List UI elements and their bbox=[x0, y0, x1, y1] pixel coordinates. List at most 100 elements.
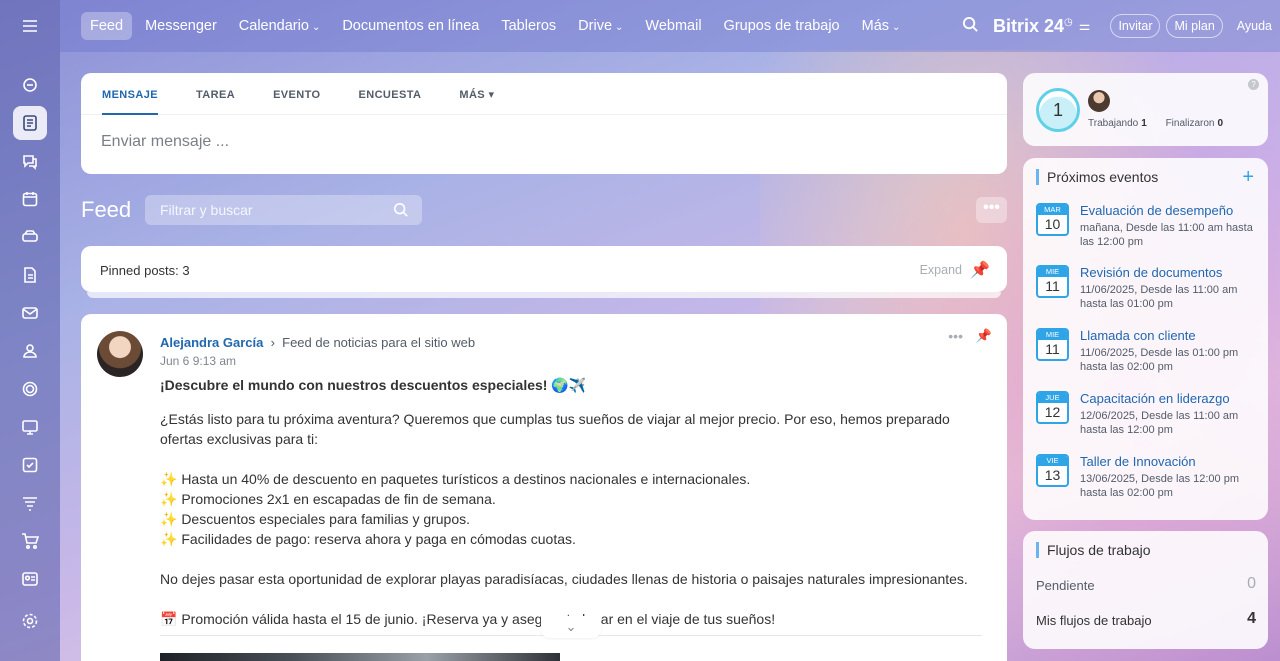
list-item: ✨ Hasta un 40% de descuento en paquetes … bbox=[160, 471, 751, 487]
mine-count: 4 bbox=[1247, 610, 1256, 627]
workflow-pending-row[interactable]: Pendiente 0 bbox=[1036, 575, 1256, 593]
menu-icon[interactable] bbox=[0, 0, 60, 52]
feed-more-button[interactable]: ••• bbox=[976, 197, 1007, 223]
expand-link[interactable]: Expand bbox=[920, 263, 962, 277]
crm-icon[interactable] bbox=[13, 372, 47, 406]
more-horizontal-icon[interactable]: ••• bbox=[948, 328, 963, 344]
calendar-icon[interactable] bbox=[13, 182, 47, 216]
top-navigation: Feed Messenger Calendario ⌄ Documentos en… bbox=[60, 0, 1280, 52]
filter-search-input[interactable]: Filtrar y buscar bbox=[145, 195, 422, 225]
calendar-date-icon: MIE 11 bbox=[1036, 328, 1069, 361]
event-name[interactable]: Evaluación de desempeño bbox=[1080, 203, 1233, 218]
working-label: Trabajando bbox=[1088, 118, 1139, 129]
calendar-date-icon: JUE 12 bbox=[1036, 391, 1069, 424]
nav-feed[interactable]: Feed bbox=[81, 12, 133, 40]
pending-label: Pendiente bbox=[1036, 578, 1095, 593]
drive-icon[interactable] bbox=[13, 220, 47, 254]
calendar-date-icon: MIE 11 bbox=[1036, 265, 1069, 298]
pinned-label: Pinned posts: bbox=[100, 263, 179, 278]
work-time-counter[interactable]: 1 bbox=[1036, 88, 1080, 132]
work-time-widget: 1 Trabajando 1 Finalizaron 0 ? bbox=[1023, 73, 1268, 146]
avatar[interactable] bbox=[1088, 90, 1110, 112]
event-time: mañana, Desde las 11:00 am hasta las 12:… bbox=[1080, 222, 1253, 248]
pinned-count: 3 bbox=[182, 263, 190, 278]
left-rail bbox=[0, 0, 60, 661]
pin-icon[interactable]: 📌 bbox=[970, 260, 990, 280]
collab-icon[interactable] bbox=[13, 68, 47, 102]
event-name[interactable]: Revisión de documentos bbox=[1080, 265, 1222, 280]
nav-more[interactable]: Más ⌄ bbox=[853, 12, 910, 40]
pinned-posts-bar[interactable]: Pinned posts: 3 Expand 📌 bbox=[81, 246, 1007, 292]
event-name[interactable]: Llamada con cliente bbox=[1080, 328, 1196, 343]
settings-sliders-icon[interactable]: ⚌ bbox=[1079, 18, 1091, 34]
sites-icon[interactable] bbox=[13, 410, 47, 444]
events-title: Próximos eventos bbox=[1036, 169, 1158, 185]
finished-count: 0 bbox=[1217, 118, 1224, 129]
page-title: Feed bbox=[81, 197, 132, 222]
brand-logo[interactable]: Bitrix 24◷ bbox=[993, 16, 1073, 37]
help-icon[interactable]: ? bbox=[1248, 79, 1259, 90]
nav-documents[interactable]: Documentos en línea bbox=[333, 12, 488, 40]
post-author[interactable]: Alejandra García bbox=[160, 335, 263, 350]
chevron-right-icon: › bbox=[266, 335, 279, 350]
tab-event[interactable]: EVENTO bbox=[273, 73, 320, 115]
tab-poll[interactable]: ENCUESTA bbox=[359, 73, 422, 115]
finished-label: Finalizaron bbox=[1165, 118, 1215, 129]
workflows-title: Flujos de trabajo bbox=[1036, 542, 1151, 558]
nav-webmail[interactable]: Webmail bbox=[636, 12, 710, 40]
pinned-stack-shadow bbox=[87, 292, 1001, 298]
list-item: ✨ Descuentos especiales para familias y … bbox=[160, 511, 471, 527]
groups-icon[interactable] bbox=[13, 334, 47, 368]
post-body: ¡Descubre el mundo con nuestros descuent… bbox=[160, 375, 980, 629]
workflows-widget: Flujos de trabajo Pendiente 0 Mis flujos… bbox=[1023, 531, 1268, 649]
settings-gear-icon[interactable] bbox=[13, 604, 47, 638]
upcoming-events-widget: Próximos eventos + MAR 10 Evaluación de d… bbox=[1023, 158, 1268, 520]
post-image[interactable] bbox=[160, 653, 560, 661]
event-name[interactable]: Taller de Innovación bbox=[1080, 454, 1196, 469]
chat-icon[interactable] bbox=[13, 144, 47, 178]
nav-boards[interactable]: Tableros bbox=[492, 12, 565, 40]
tab-more[interactable]: MÁS ▾ bbox=[459, 73, 494, 115]
help-link[interactable]: Ayuda bbox=[1237, 19, 1272, 33]
event-time: 11/06/2025, Desde las 01:00 pm hasta las… bbox=[1080, 347, 1239, 373]
list-item: ✨ Promociones 2x1 en escapadas de fin de… bbox=[160, 491, 496, 507]
nav-calendar[interactable]: Calendario ⌄ bbox=[230, 12, 330, 40]
nav-workgroups[interactable]: Grupos de trabajo bbox=[715, 12, 849, 40]
nav-messenger[interactable]: Messenger bbox=[136, 12, 226, 40]
collapse-post-button[interactable]: ⌄ bbox=[541, 616, 601, 638]
filter-stack-icon[interactable] bbox=[13, 486, 47, 520]
contact-card-icon[interactable] bbox=[13, 562, 47, 596]
mail-icon[interactable] bbox=[13, 296, 47, 330]
feed-icon[interactable] bbox=[13, 106, 47, 140]
search-icon[interactable] bbox=[962, 16, 979, 36]
nav-drive[interactable]: Drive ⌄ bbox=[569, 12, 632, 40]
mine-label: Mis flujos de trabajo bbox=[1036, 613, 1152, 628]
working-count: 1 bbox=[1141, 118, 1147, 129]
message-input[interactable]: Enviar mensaje ... bbox=[81, 115, 1007, 169]
document-icon[interactable] bbox=[13, 258, 47, 292]
event-name[interactable]: Capacitación en liderazgo bbox=[1080, 391, 1230, 406]
tab-task[interactable]: TAREA bbox=[196, 73, 235, 115]
post-closing: No dejes pasar esta oportunidad de explo… bbox=[160, 571, 968, 587]
post-header: Alejandra García › Feed de noticias para… bbox=[160, 335, 475, 350]
my-plan-button[interactable]: Mi plan bbox=[1166, 14, 1223, 38]
event-time: 13/06/2025, Desde las 12:00 pm hasta las… bbox=[1080, 473, 1240, 499]
post-destination[interactable]: Feed de noticias para el sitio web bbox=[282, 335, 475, 350]
event-time: 12/06/2025, Desde las 11:00 am hasta las… bbox=[1080, 410, 1239, 436]
list-item: ✨ Facilidades de pago: reserva ahora y p… bbox=[160, 531, 576, 547]
invite-button[interactable]: Invitar bbox=[1110, 14, 1161, 38]
workflow-mine-row[interactable]: Mis flujos de trabajo 4 bbox=[1036, 610, 1256, 628]
event-time: 11/06/2025, Desde las 11:00 am hasta las… bbox=[1080, 284, 1238, 310]
tasks-icon[interactable] bbox=[13, 448, 47, 482]
post-title: ¡Descubre el mundo con nuestros descuent… bbox=[160, 377, 587, 393]
cart-icon[interactable] bbox=[13, 524, 47, 558]
tab-message[interactable]: MENSAJE bbox=[102, 73, 158, 115]
post-date[interactable]: Jun 6 9:13 am bbox=[160, 354, 236, 368]
chevron-down-icon: ⌄ bbox=[311, 22, 321, 33]
pending-count: 0 bbox=[1247, 575, 1256, 592]
avatar[interactable] bbox=[97, 331, 143, 377]
post-composer: MENSAJE TAREA EVENTO ENCUESTA MÁS ▾ Envi… bbox=[81, 73, 1007, 174]
add-event-icon[interactable]: + bbox=[1242, 166, 1254, 189]
chevron-down-icon: ⌄ bbox=[615, 22, 624, 33]
pin-icon[interactable]: 📌 bbox=[976, 328, 992, 344]
